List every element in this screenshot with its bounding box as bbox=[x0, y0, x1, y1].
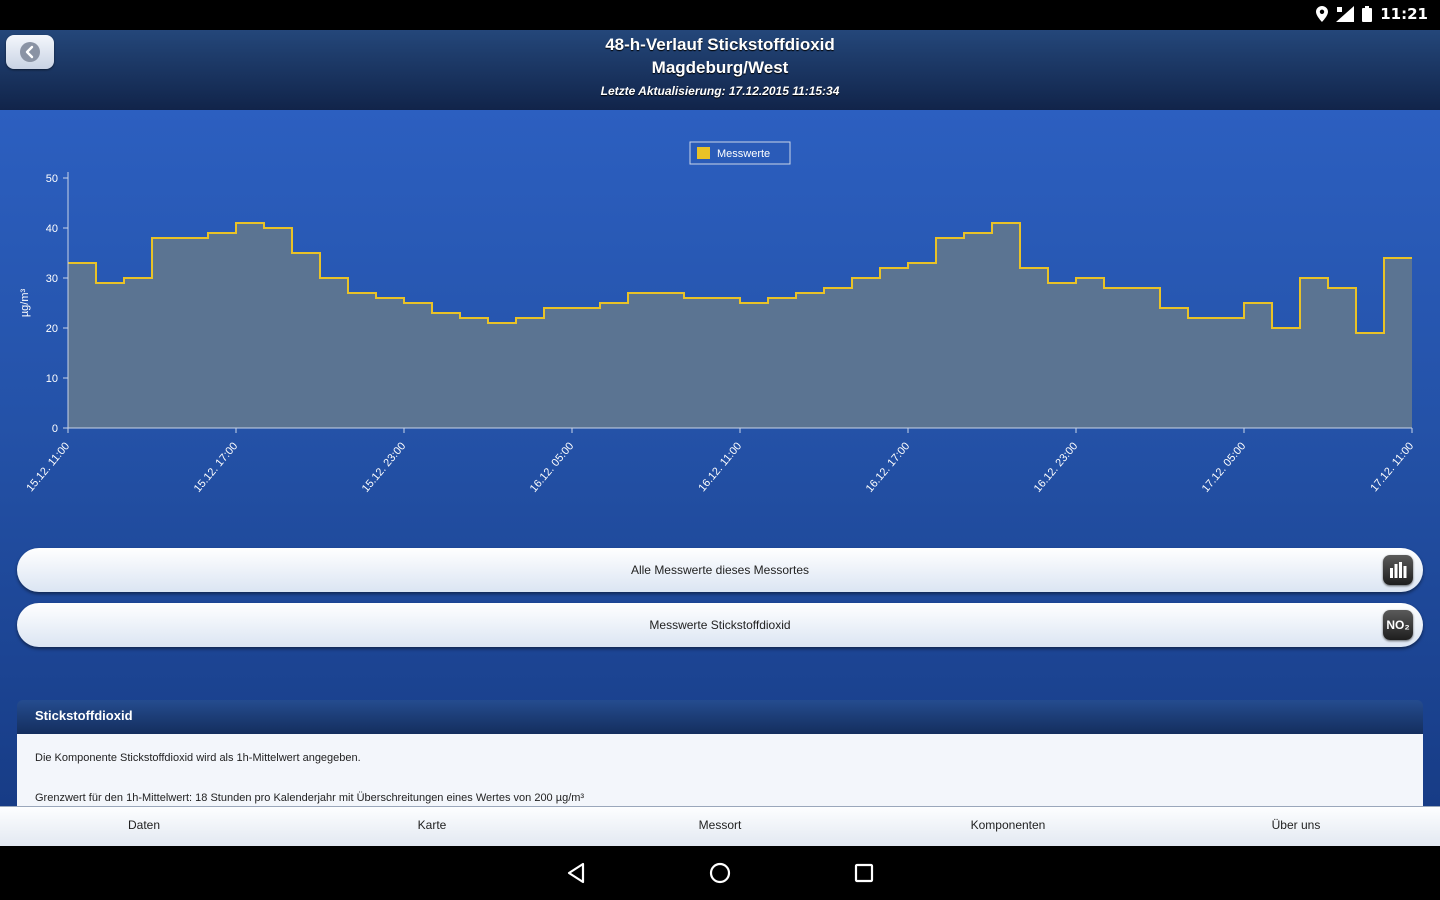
nav-back-button[interactable] bbox=[559, 856, 593, 890]
page-title: 48-h-Verlauf Stickstoffdioxid bbox=[605, 35, 835, 54]
all-measurements-button[interactable]: Alle Messwerte dieses Messortes bbox=[17, 548, 1423, 592]
bar-chart-icon bbox=[1383, 555, 1413, 585]
legend-label: Messwerte bbox=[717, 148, 770, 160]
x-tick-label: 16.12. 11:00 bbox=[696, 440, 744, 494]
tab-daten[interactable]: Daten bbox=[0, 807, 288, 847]
no2-measurements-label: Messwerte Stickstoffdioxid bbox=[649, 618, 791, 632]
x-tick-label: 17.12. 11:00 bbox=[1368, 440, 1416, 494]
tab-karte[interactable]: Karte bbox=[288, 807, 576, 847]
info-panel: Stickstoffdioxid Die Komponente Sticksto… bbox=[17, 700, 1423, 806]
nav-recents-button[interactable] bbox=[847, 856, 881, 890]
nitrogen-dioxide-chart: 0 10 20 30 40 50 µg/m³ 15.12. 11:00 15.12. 17:00… bbox=[19, 141, 1416, 495]
y-tick-label: 40 bbox=[46, 223, 58, 235]
signal-icon bbox=[1336, 6, 1355, 22]
y-tick-label: 20 bbox=[46, 323, 58, 335]
y-tick-label: 10 bbox=[46, 373, 58, 385]
tab-messort[interactable]: Messort bbox=[576, 807, 864, 847]
y-tick-label: 0 bbox=[52, 423, 58, 435]
x-tick-label: 17.12. 05:00 bbox=[1200, 440, 1249, 495]
content-area: 0 10 20 30 40 50 µg/m³ 15.12. 11:00 15.12. 17:00… bbox=[0, 110, 1440, 806]
no2-measurements-button[interactable]: Messwerte Stickstoffdioxid NO₂ bbox=[17, 603, 1423, 647]
series-area bbox=[68, 223, 1412, 428]
triangle-back-icon bbox=[567, 862, 585, 884]
last-update-label: Letzte Aktualisierung: 17.12.2015 11:15:… bbox=[600, 84, 840, 98]
y-axis-label: µg/m³ bbox=[19, 288, 31, 317]
status-time: 11:21 bbox=[1380, 5, 1428, 23]
location-icon bbox=[1316, 6, 1329, 22]
info-text-2: Grenzwert für den 1h-Mittelwert: 18 Stun… bbox=[35, 792, 585, 804]
x-tick-label: 16.12. 17:00 bbox=[864, 440, 913, 495]
info-text-1: Die Komponente Stickstoffdioxid wird als… bbox=[35, 752, 361, 764]
x-tick-label: 15.12. 17:00 bbox=[192, 440, 241, 495]
legend-swatch bbox=[697, 147, 710, 159]
header: 48-h-Verlauf Stickstoffdioxid Magdeburg/… bbox=[0, 30, 1440, 110]
square-recents-icon bbox=[854, 863, 874, 883]
nav-home-button[interactable] bbox=[703, 856, 737, 890]
navigation-bar bbox=[0, 846, 1440, 900]
x-tick-label: 16.12. 23:00 bbox=[1032, 440, 1081, 495]
no2-icon-text: NO₂ bbox=[1386, 618, 1410, 632]
bottom-tab-bar: Daten Karte Messort Komponenten Über uns bbox=[0, 806, 1440, 847]
page-subtitle: Magdeburg/West bbox=[651, 58, 789, 77]
y-tick-label: 50 bbox=[46, 173, 58, 185]
status-bar: 11:21 bbox=[0, 0, 1440, 30]
x-tick-label: 16.12. 05:00 bbox=[528, 440, 577, 495]
x-tick-label: 15.12. 23:00 bbox=[360, 440, 409, 495]
no2-icon: NO₂ bbox=[1383, 610, 1413, 640]
circle-home-icon bbox=[709, 862, 731, 884]
status-icons: 11:21 bbox=[1316, 5, 1428, 23]
x-tick-label: 15.12. 11:00 bbox=[24, 440, 72, 494]
info-title: Stickstoffdioxid bbox=[17, 700, 1423, 734]
y-tick-label: 30 bbox=[46, 273, 58, 285]
battery-icon bbox=[1362, 6, 1373, 22]
info-body: Die Komponente Stickstoffdioxid wird als… bbox=[17, 734, 1423, 806]
tab-komponenten[interactable]: Komponenten bbox=[864, 807, 1152, 847]
all-measurements-label: Alle Messwerte dieses Messortes bbox=[630, 563, 810, 577]
tab-ueber-uns[interactable]: Über uns bbox=[1152, 807, 1440, 847]
